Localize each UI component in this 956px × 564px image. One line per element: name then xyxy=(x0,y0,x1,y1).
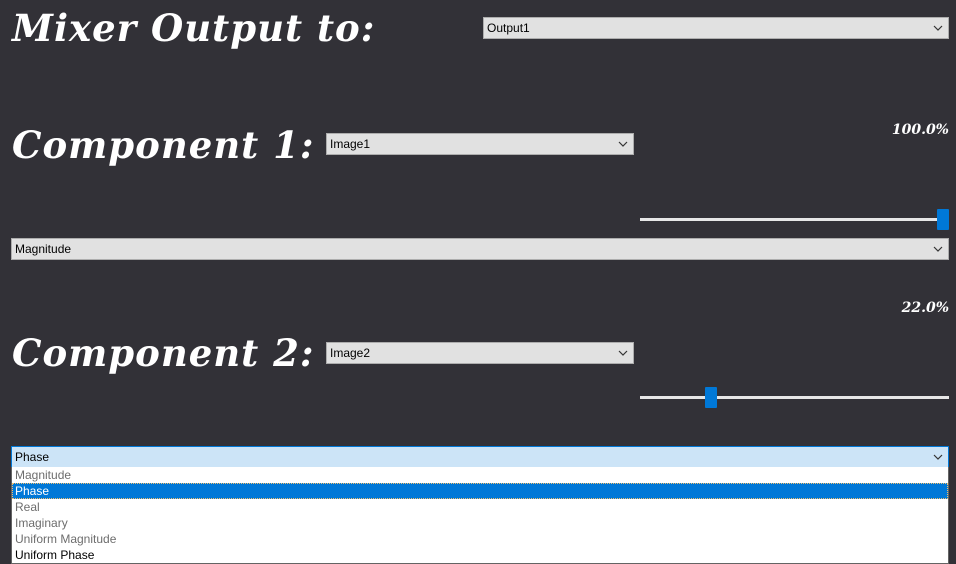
chevron-down-icon xyxy=(933,246,943,252)
chevron-down-icon xyxy=(933,25,943,31)
slider-thumb[interactable] xyxy=(937,209,949,230)
dropdown-option[interactable]: Real xyxy=(12,499,948,515)
output-select-value: Output1 xyxy=(487,21,530,35)
slider-thumb[interactable] xyxy=(705,387,717,408)
dropdown-option-highlighted[interactable]: Phase xyxy=(12,483,948,499)
component-1-weight-slider[interactable] xyxy=(640,209,949,231)
chevron-down-icon xyxy=(618,350,628,356)
component-1-title: Component 1: xyxy=(12,123,315,167)
dropdown-option[interactable]: Imaginary xyxy=(12,515,948,531)
dropdown-option[interactable]: Uniform Phase xyxy=(12,547,948,563)
slider-track xyxy=(640,218,949,221)
chevron-down-icon xyxy=(618,141,628,147)
component-1-image-select[interactable]: Image1 xyxy=(326,133,634,155)
component-2-weight-slider[interactable] xyxy=(640,387,949,409)
dropdown-option[interactable]: Magnitude xyxy=(12,467,948,483)
component-2-percent-label: 22.0% xyxy=(901,300,949,316)
output-select[interactable]: Output1 xyxy=(483,17,949,39)
component-1-mode-select-value: Magnitude xyxy=(15,242,72,256)
slider-track xyxy=(640,396,949,399)
component-1-percent-label: 100.0% xyxy=(891,122,949,138)
component-1-mode-select[interactable]: Magnitude xyxy=(11,238,949,260)
component-1-image-select-value: Image1 xyxy=(330,137,371,151)
component-2-title: Component 2: xyxy=(12,331,315,375)
dropdown-option[interactable]: Uniform Magnitude xyxy=(12,531,948,547)
component-2-image-select[interactable]: Image2 xyxy=(326,342,634,364)
component-2-mode-select[interactable]: Phase xyxy=(11,446,949,468)
component-2-image-select-value: Image2 xyxy=(330,346,371,360)
mixer-panel: Mixer Output to: Output1 Component 1: Im… xyxy=(0,0,956,564)
mixer-output-title: Mixer Output to: xyxy=(12,6,376,50)
chevron-down-icon xyxy=(933,454,943,460)
component-2-mode-select-value: Phase xyxy=(15,450,50,464)
component-2-mode-options-list: Magnitude Phase Real Imaginary Uniform M… xyxy=(11,467,949,564)
